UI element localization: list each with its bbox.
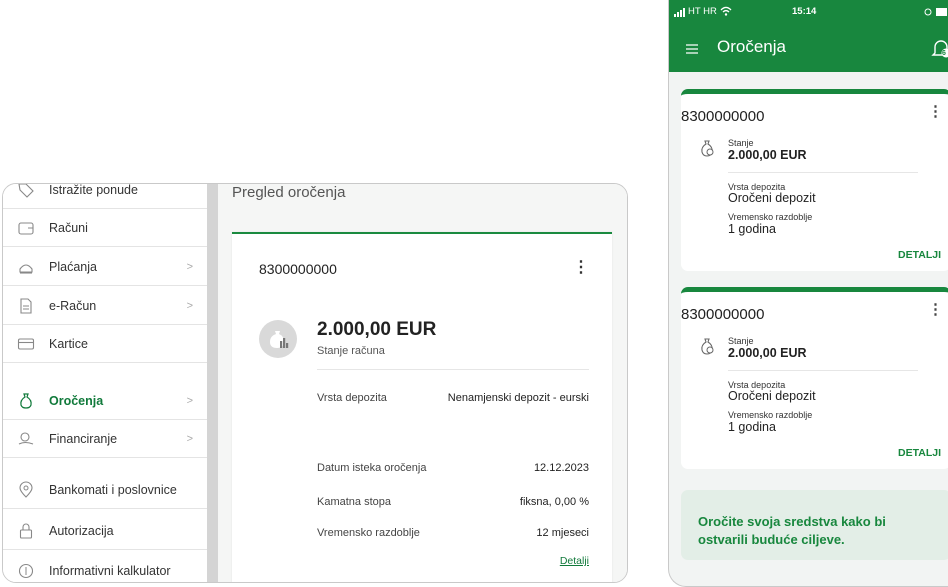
- coin-hand-icon: [18, 431, 34, 445]
- sidebar-item-istrazite-ponude[interactable]: Istražite ponude: [3, 183, 207, 209]
- page-title: Pregled oročenja: [232, 184, 346, 201]
- account-number: 8300000000: [681, 108, 765, 125]
- more-options-button[interactable]: ⋮: [573, 257, 589, 277]
- mobile-app-screen: HT HR 15:14 Oročenja 6 8300000000 ⋮ Stan…: [668, 0, 948, 587]
- location-pin-icon: [19, 480, 33, 498]
- wallet-icon: [18, 221, 34, 235]
- main-content: Pregled oročenja 8300000000 ⋮ 2.000,00 E…: [218, 184, 627, 582]
- savings-icon: [259, 320, 297, 358]
- period-value: 12 mjeseci: [536, 527, 589, 539]
- period-label: Vremensko razdoblje: [317, 527, 420, 539]
- moneybag-icon: [701, 338, 714, 355]
- sidebar-item-e-racun[interactable]: e-Račun >: [3, 287, 207, 325]
- lock-icon: [19, 523, 33, 539]
- carrier-name: HT HR: [688, 6, 717, 17]
- chevron-right-icon: >: [186, 299, 193, 312]
- balance-amount: 2.000,00 EUR: [728, 148, 807, 162]
- document-icon: [20, 297, 32, 314]
- sidebar-item-orocenja[interactable]: Oročenja >: [3, 382, 207, 420]
- details-link[interactable]: Detalji: [560, 555, 589, 567]
- app-title: Oročenja: [717, 37, 786, 56]
- sidebar-item-label: Kartice: [49, 336, 88, 351]
- deposit-type-label: Vrsta depozita: [317, 392, 387, 404]
- chevron-right-icon: >: [186, 394, 193, 407]
- sidebar-item-label: Bankomati i poslovnice: [49, 482, 177, 497]
- details-button[interactable]: DETALJI: [898, 447, 941, 459]
- details-button[interactable]: DETALJI: [898, 249, 941, 261]
- sidebar-item-label: e-Račun: [49, 298, 97, 313]
- expiry-date-label: Datum isteka oročenja: [317, 462, 427, 474]
- payments-icon: [19, 263, 33, 274]
- coin-icon: [18, 563, 34, 578]
- hamburger-menu-icon[interactable]: [686, 44, 698, 54]
- app-bar: Oročenja 6: [669, 26, 948, 72]
- divider: [728, 172, 918, 173]
- battery-icon: [924, 8, 947, 16]
- sidebar-item-label: Računi: [49, 220, 88, 235]
- balance-label: Stanje: [728, 138, 754, 148]
- promo-text: Oročite svoja sredstva kako bi ostvarili…: [698, 514, 886, 547]
- deposit-card-mobile[interactable]: 8300000000 ⋮ Stanje 2.000,00 EUR Vrsta d…: [681, 89, 948, 271]
- interest-rate-label: Kamatna stopa: [317, 496, 391, 508]
- sidebar-item-kartice[interactable]: Kartice: [3, 325, 207, 363]
- more-options-button[interactable]: ⋮: [928, 102, 943, 120]
- period-label: Vremensko razdoblje: [728, 410, 813, 420]
- deposit-type-value: Oročeni depozit: [728, 191, 816, 205]
- sidebar-item-placanja[interactable]: Plaćanja >: [3, 248, 207, 286]
- sidebar-item-financiranje[interactable]: Financiranje >: [3, 420, 207, 458]
- web-banking-window: Istražite ponude Računi Plaćanja > e-Rač…: [2, 183, 628, 583]
- signal-icon: [674, 8, 685, 17]
- wifi-icon: [720, 6, 732, 16]
- sidebar-item-label: Financiranje: [49, 431, 118, 446]
- moneybag-icon: [701, 140, 714, 157]
- sidebar-item-label: Informativni kalkulator: [49, 563, 171, 578]
- balance-label: Stanje: [728, 336, 754, 346]
- deposit-card-mobile[interactable]: 8300000000 ⋮ Stanje 2.000,00 EUR Vrsta d…: [681, 287, 948, 469]
- balance-amount: 2.000,00 EUR: [728, 346, 807, 360]
- card-icon: [17, 337, 35, 350]
- account-number: 8300000000: [259, 261, 337, 277]
- chevron-right-icon: >: [186, 260, 193, 273]
- status-bar: HT HR 15:14: [669, 0, 948, 26]
- sidebar-scrollbar[interactable]: [207, 184, 218, 582]
- expiry-date-value: 12.12.2023: [533, 462, 589, 474]
- sidebar-item-racuni[interactable]: Računi: [3, 209, 207, 247]
- deposit-type-value: Oročeni depozit: [728, 389, 816, 403]
- more-options-button[interactable]: ⋮: [928, 300, 943, 318]
- chevron-right-icon: >: [186, 432, 193, 445]
- period-label: Vremensko razdoblje: [728, 212, 813, 222]
- sidebar: Istražite ponude Računi Plaćanja > e-Rač…: [3, 184, 207, 582]
- deposit-card: 8300000000 ⋮ 2.000,00 EUR Stanje računa …: [232, 232, 612, 582]
- period-value: 1 godina: [728, 222, 776, 236]
- clock: 15:14: [792, 6, 817, 17]
- account-number: 8300000000: [681, 306, 765, 323]
- balance-amount: 2.000,00 EUR: [317, 319, 437, 340]
- tag-icon: [18, 184, 34, 198]
- divider: [317, 369, 589, 370]
- sidebar-item-bankomati[interactable]: Bankomati i poslovnice: [3, 471, 207, 509]
- balance-label: Stanje računa: [317, 345, 385, 357]
- notification-badge: 6: [942, 50, 946, 57]
- divider: [728, 370, 918, 371]
- sidebar-item-label: Autorizacija: [49, 523, 114, 538]
- sidebar-item-label: Istražite ponude: [49, 183, 138, 197]
- sidebar-item-kalkulator[interactable]: Informativni kalkulator: [3, 552, 207, 582]
- period-value: 1 godina: [728, 420, 776, 434]
- promo-banner[interactable]: Oročite svoja sredstva kako bi ostvarili…: [681, 490, 948, 560]
- deposit-type-value: Nenamjenski depozit - eurski: [447, 392, 589, 404]
- sidebar-item-label: Oročenja: [49, 393, 104, 408]
- sidebar-item-autorizacija[interactable]: Autorizacija: [3, 512, 207, 550]
- moneybag-icon: [20, 392, 32, 409]
- sidebar-item-label: Plaćanja: [49, 259, 97, 274]
- interest-rate-value: fiksna, 0,00 %: [519, 496, 589, 508]
